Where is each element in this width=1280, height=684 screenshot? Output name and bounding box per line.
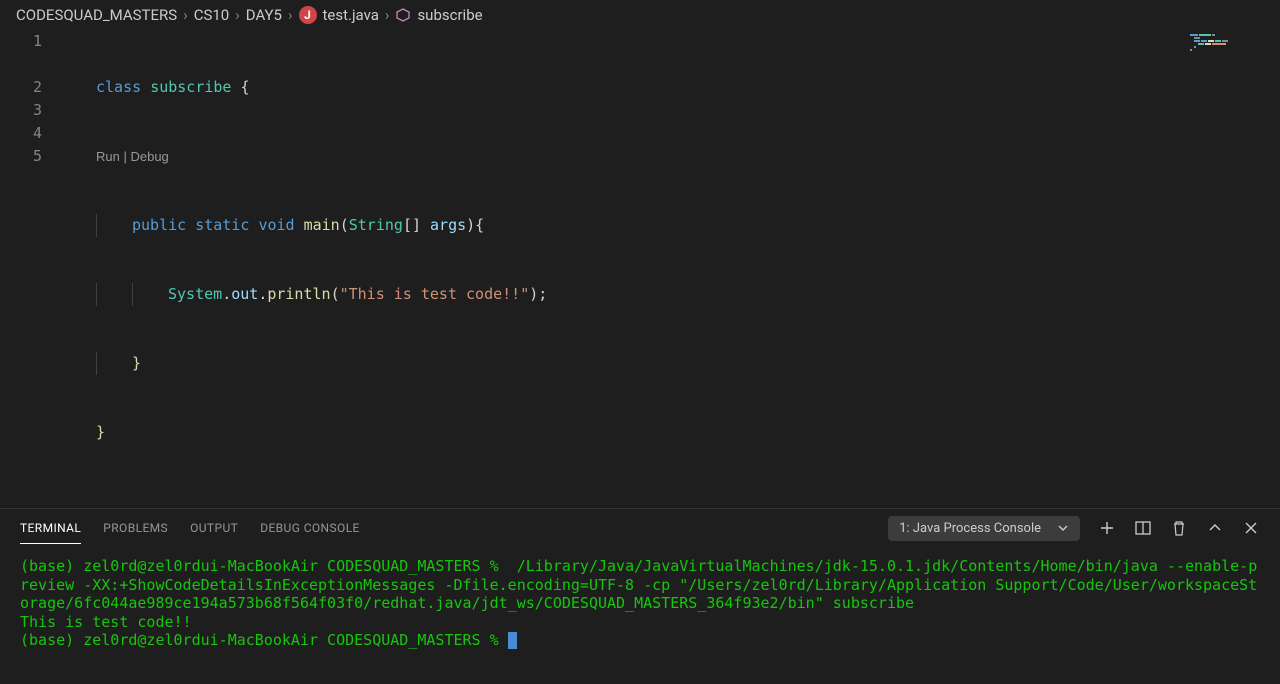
terminal-cursor <box>508 632 517 649</box>
terminal-content[interactable]: (base) zel0rd@zel0rdui-MacBookAir CODESQ… <box>0 547 1280 684</box>
line-number: 5 <box>0 145 42 168</box>
breadcrumb-item-root[interactable]: CODESQUAD_MASTERS <box>16 6 177 24</box>
code-line: } <box>60 352 1280 375</box>
chevron-right-icon: › <box>288 6 293 24</box>
codelens-run[interactable]: Run <box>96 145 120 168</box>
line-number: 2 <box>0 76 42 99</box>
tab-terminal[interactable]: TERMINAL <box>20 513 81 544</box>
chevron-right-icon: › <box>385 6 390 24</box>
line-number: 3 <box>0 99 42 122</box>
chevron-up-icon[interactable] <box>1206 519 1224 537</box>
java-file-icon: J <box>299 6 317 24</box>
terminal-selector[interactable]: 1: Java Process Console <box>888 516 1080 541</box>
trash-icon[interactable] <box>1170 519 1188 537</box>
gutter: 1 2 3 4 5 <box>0 30 60 508</box>
chevron-right-icon: › <box>183 6 188 24</box>
line-number: 1 <box>0 30 42 53</box>
symbol-method-icon <box>395 7 411 23</box>
code-line: class subscribe { <box>60 76 1280 99</box>
close-icon[interactable] <box>1242 519 1260 537</box>
tab-output[interactable]: OUTPUT <box>190 513 238 543</box>
tab-problems[interactable]: PROBLEMS <box>103 513 168 543</box>
chevron-down-icon <box>1057 522 1069 534</box>
breadcrumb-symbol-label: subscribe <box>417 6 482 24</box>
breadcrumb-item-day5[interactable]: DAY5 <box>246 6 282 24</box>
chevron-right-icon: › <box>235 6 240 24</box>
panel-tabs: TERMINAL PROBLEMS OUTPUT DEBUG CONSOLE 1… <box>0 509 1280 547</box>
tab-debug-console[interactable]: DEBUG CONSOLE <box>260 513 360 543</box>
breadcrumb-item-symbol[interactable]: subscribe <box>395 6 482 24</box>
codelens: Run | Debug <box>60 145 1280 168</box>
code-line: public static void main(String[] args){ <box>60 214 1280 237</box>
code-area[interactable]: class subscribe { Run | Debug public sta… <box>60 30 1280 508</box>
breadcrumb: CODESQUAD_MASTERS › CS10 › DAY5 › J test… <box>0 0 1280 30</box>
breadcrumb-item-cs10[interactable]: CS10 <box>194 6 230 24</box>
breadcrumb-item-file[interactable]: J test.java <box>299 6 379 24</box>
code-editor[interactable]: 1 2 3 4 5 class subscribe { Run | Debug … <box>0 30 1280 508</box>
breadcrumb-file-label: test.java <box>323 6 379 24</box>
line-number: 4 <box>0 122 42 145</box>
terminal-output: This is test code!! <box>20 613 192 631</box>
new-terminal-icon[interactable] <box>1098 519 1116 537</box>
bottom-panel: TERMINAL PROBLEMS OUTPUT DEBUG CONSOLE 1… <box>0 508 1280 684</box>
code-line: System.out.println("This is test code!!"… <box>60 283 1280 306</box>
code-line: } <box>60 421 1280 444</box>
terminal-prompt: (base) zel0rd@zel0rdui-MacBookAir CODESQ… <box>20 631 508 649</box>
terminal-selector-label: 1: Java Process Console <box>899 521 1041 536</box>
terminal-prompt: (base) zel0rd@zel0rdui-MacBookAir CODESQ… <box>20 557 508 575</box>
split-terminal-icon[interactable] <box>1134 519 1152 537</box>
codelens-debug[interactable]: Debug <box>130 145 168 168</box>
